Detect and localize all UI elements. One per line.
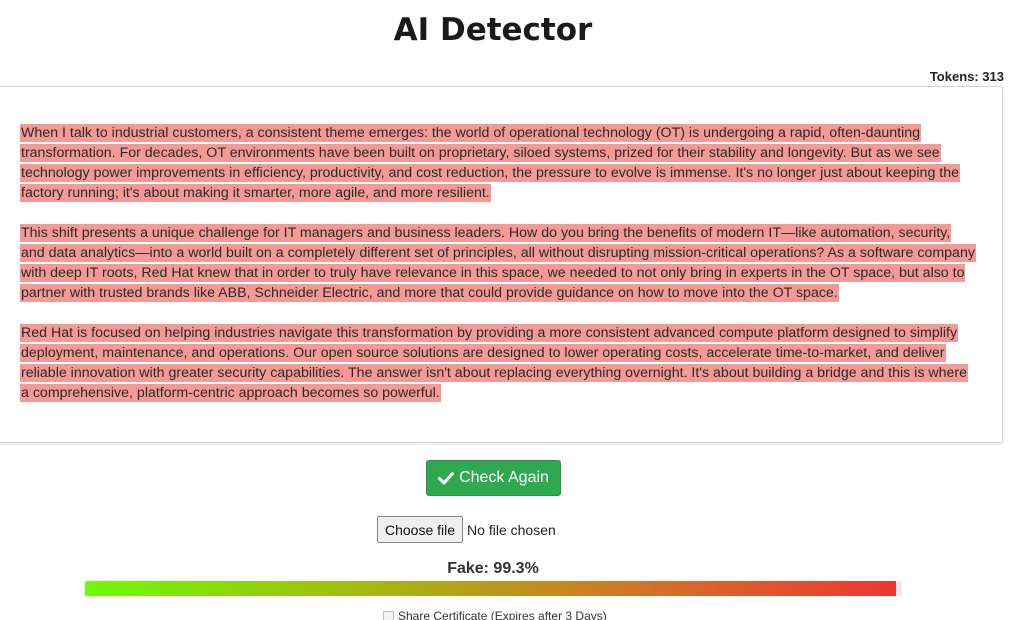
highlighted-text: This shift presents a unique challenge f…	[20, 224, 976, 302]
file-input[interactable]: Choose file No file chosen	[377, 516, 556, 543]
fake-progress-bar	[85, 581, 902, 596]
highlighted-text: Red Hat is focused on helping industries…	[20, 324, 969, 402]
token-count: Tokens: 313	[929, 69, 1004, 84]
fake-progress-fill	[85, 581, 897, 596]
fake-score: Fake: 99.3%	[447, 560, 539, 577]
text-editor[interactable]: When I talk to industrial customers, a c…	[0, 86, 1003, 443]
share-certificate[interactable]: Share Certificate (Expires after 3 Days)	[383, 609, 607, 620]
editor-content[interactable]: When I talk to industrial customers, a c…	[20, 123, 976, 423]
page: AI Detector Tokens: 313 When I talk to i…	[0, 0, 1016, 620]
highlighted-text: When I talk to industrial customers, a c…	[20, 124, 961, 202]
page-title: AI Detector	[393, 12, 593, 48]
check-again-button[interactable]: Check Again	[426, 460, 561, 496]
choose-file-button[interactable]: Choose file	[377, 516, 464, 543]
paragraph-3: Red Hat is focused on helping industries…	[20, 323, 975, 403]
file-status: No file chosen	[467, 521, 556, 538]
check-again-label: Check Again	[459, 469, 549, 486]
share-certificate-label: Share Certificate (Expires after 3 Days)	[398, 609, 607, 620]
paragraph-2: This shift presents a unique challenge f…	[20, 223, 976, 303]
paragraph-1: When I talk to industrial customers, a c…	[20, 123, 975, 203]
check-icon	[438, 471, 455, 485]
share-checkbox[interactable]	[383, 610, 394, 620]
